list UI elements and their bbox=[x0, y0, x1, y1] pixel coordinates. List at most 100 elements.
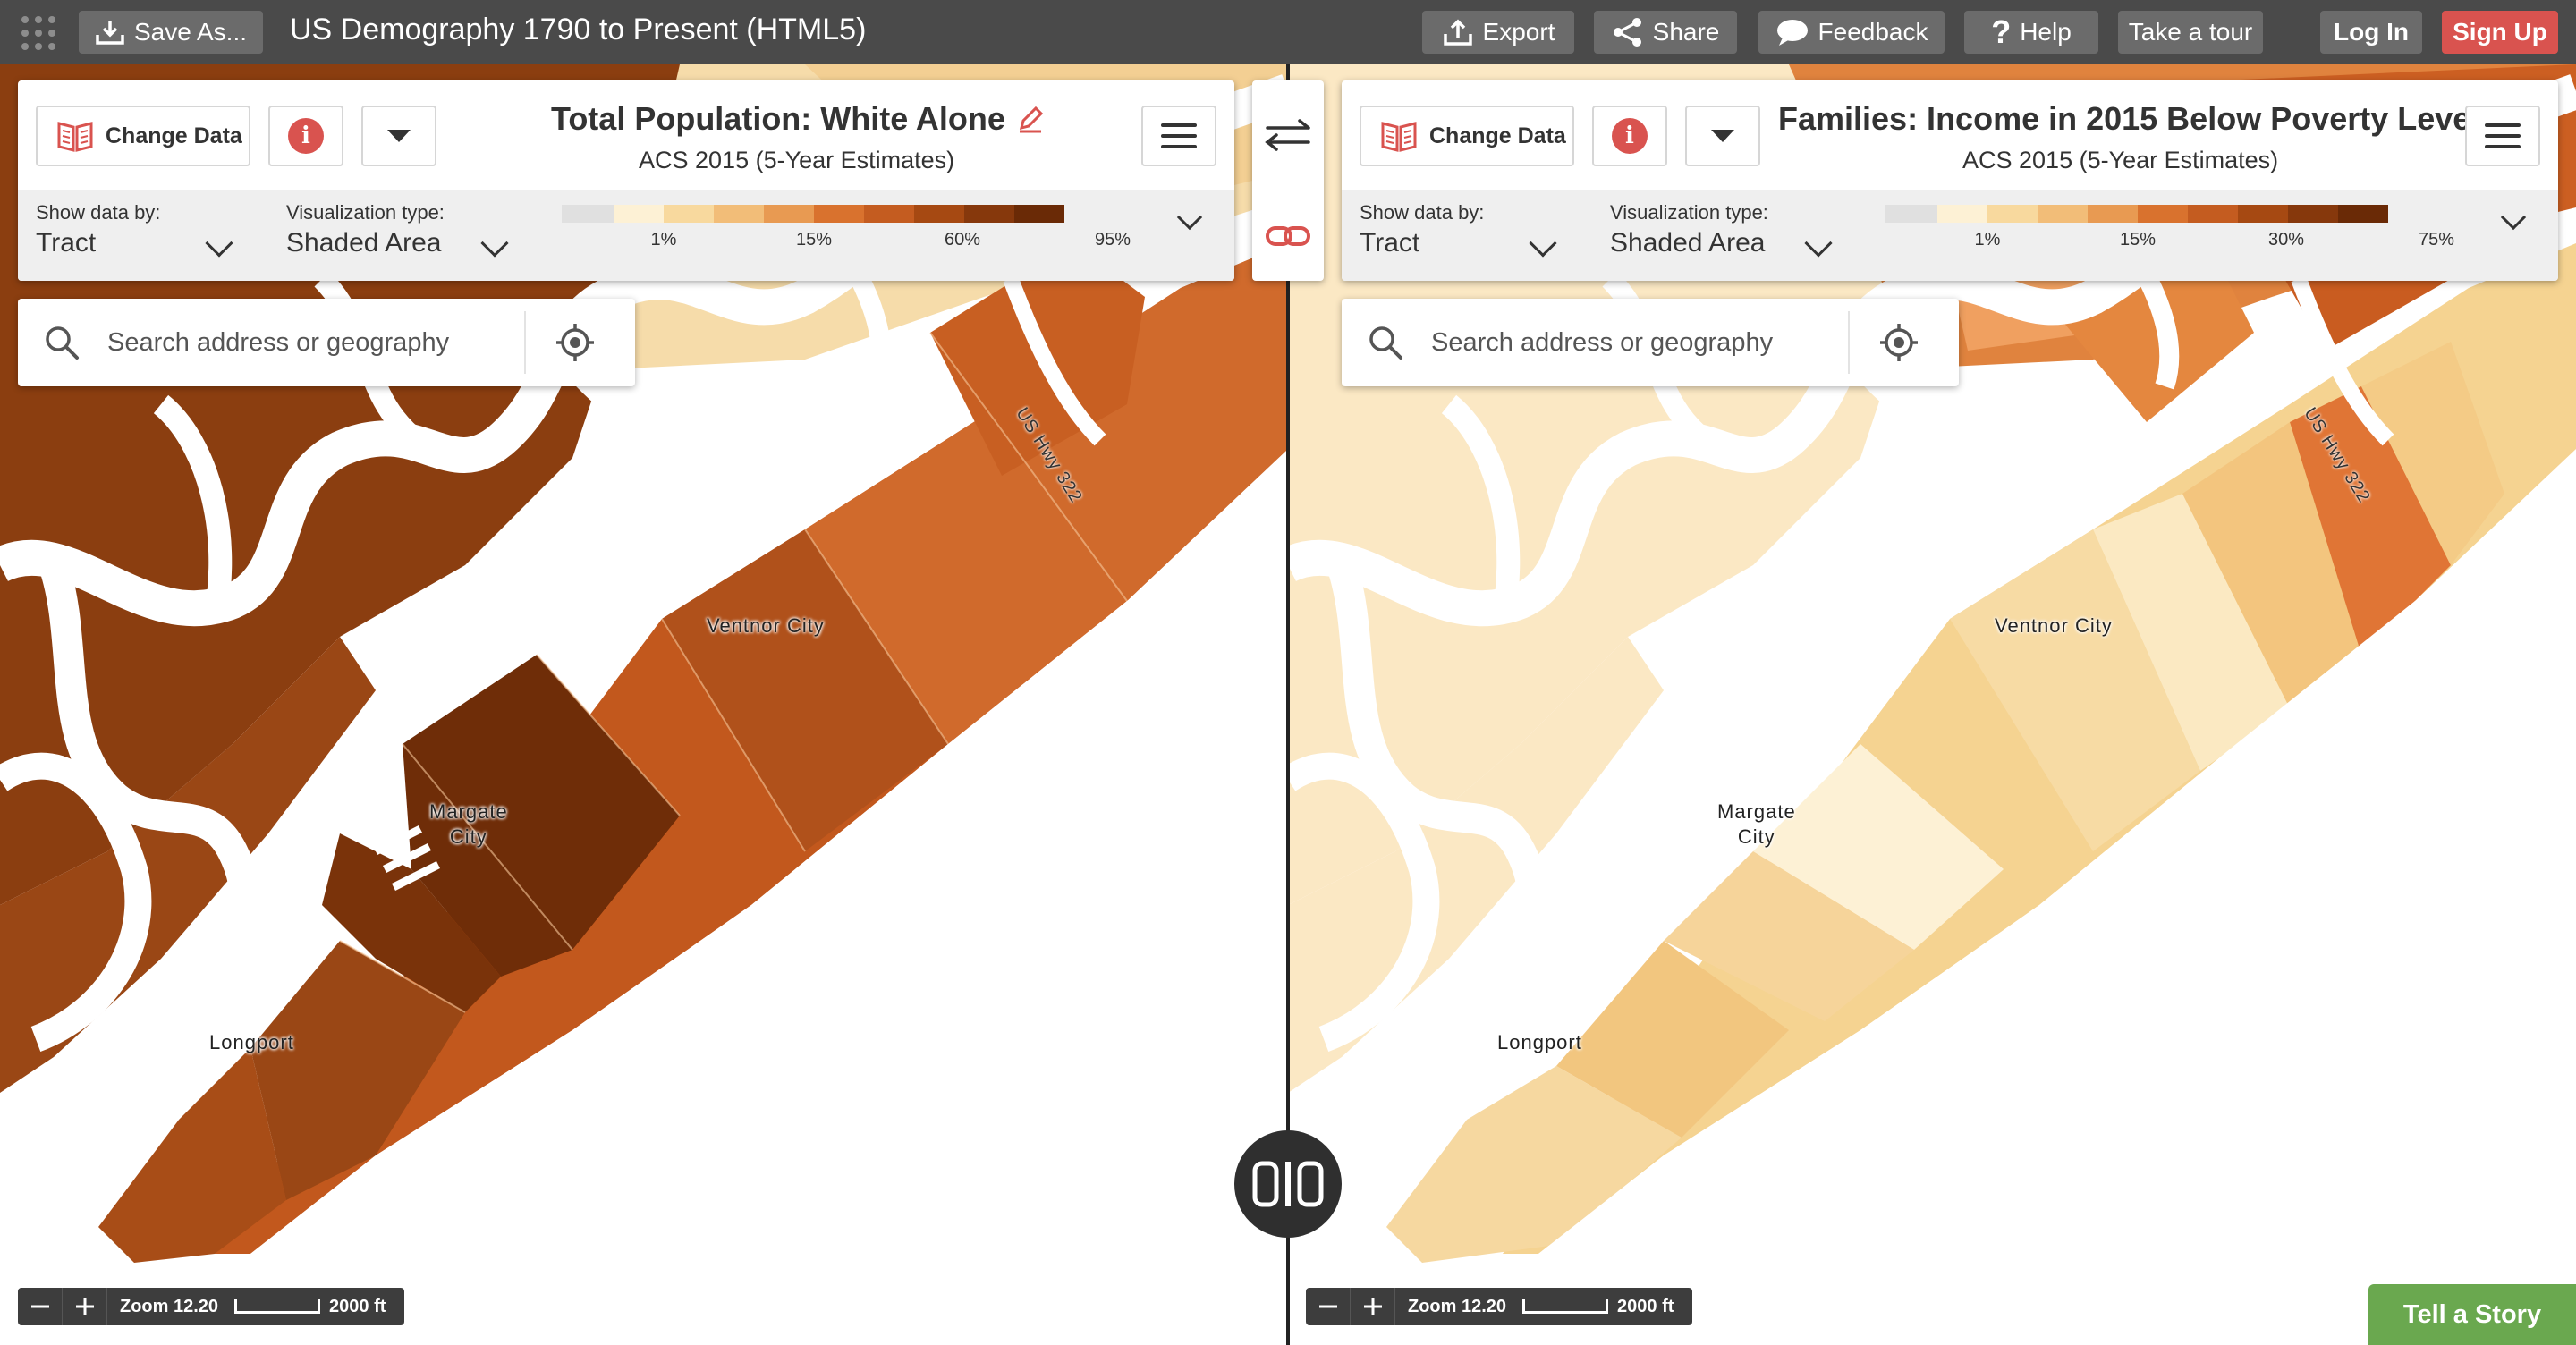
survey-label: ACS 2015 (5-Year Estimates) bbox=[1962, 147, 2279, 173]
change-data-label: Change Data bbox=[106, 123, 242, 148]
zoom-in-button[interactable] bbox=[63, 1288, 107, 1325]
save-as-button[interactable]: Save As... bbox=[79, 11, 263, 54]
scale-distance: 2000 ft bbox=[329, 1296, 386, 1316]
chevron-down-icon[interactable] bbox=[1804, 229, 1833, 258]
zoom-level: Zoom 12.20 bbox=[1408, 1296, 1507, 1316]
legend-expand-chevron-icon[interactable] bbox=[2500, 204, 2527, 231]
log-in-label: Log In bbox=[2334, 18, 2409, 46]
split-columns-icon bbox=[1252, 1161, 1324, 1207]
legend-swatch bbox=[1937, 205, 1987, 223]
info-button[interactable]: i bbox=[268, 106, 343, 166]
visualization-type-label: Visualization type: bbox=[286, 201, 445, 224]
locate-me-icon[interactable] bbox=[1878, 322, 1919, 363]
search-icon bbox=[1369, 326, 1402, 360]
sign-up-button[interactable]: Sign Up bbox=[2442, 11, 2558, 54]
export-label: Export bbox=[1482, 18, 1555, 46]
scale-bar bbox=[234, 1299, 321, 1314]
zoom-out-button[interactable] bbox=[1306, 1288, 1351, 1325]
legend-swatch bbox=[1987, 205, 2038, 223]
chevron-down-icon[interactable] bbox=[1529, 229, 1557, 258]
scale-distance: 2000 ft bbox=[1617, 1296, 1674, 1316]
legend-label: 1% bbox=[650, 230, 677, 250]
show-data-by-select[interactable]: Tract bbox=[36, 228, 96, 258]
legend-bar[interactable] bbox=[1885, 205, 2388, 223]
hamburger-menu-button[interactable] bbox=[2465, 106, 2540, 166]
change-data-button[interactable]: Change Data bbox=[36, 106, 250, 166]
save-as-label: Save As... bbox=[133, 18, 248, 46]
search-input[interactable] bbox=[1431, 320, 1834, 365]
scale-bar bbox=[1522, 1299, 1609, 1314]
left-search-box bbox=[18, 299, 635, 386]
legend-expand-chevron-icon[interactable] bbox=[1176, 204, 1203, 231]
top-toolbar: Save As... US Demography 1790 to Present… bbox=[0, 0, 2576, 64]
hamburger-menu-button[interactable] bbox=[1141, 106, 1216, 166]
legend-bar[interactable] bbox=[562, 205, 1064, 223]
show-data-by-label: Show data by: bbox=[36, 201, 161, 224]
split-view-handle[interactable] bbox=[1234, 1130, 1342, 1238]
legend-label: 95% bbox=[1094, 230, 1131, 250]
apps-grid-icon[interactable] bbox=[20, 14, 57, 52]
legend-swatch bbox=[1014, 205, 1064, 223]
right-panel-controls: Show data by: Tract Visualization type: … bbox=[1342, 190, 2558, 281]
variable-title[interactable]: Families: Income in 2015 Below Poverty L… bbox=[1778, 100, 2519, 138]
legend-swatch bbox=[664, 205, 714, 223]
share-button[interactable]: Share bbox=[1594, 11, 1737, 54]
download-icon bbox=[96, 21, 124, 45]
legend-swatch bbox=[764, 205, 814, 223]
search-input[interactable] bbox=[107, 320, 510, 365]
menu-line bbox=[2485, 123, 2521, 127]
swap-arrows-icon bbox=[1265, 119, 1310, 151]
change-data-label: Change Data bbox=[1429, 123, 1566, 148]
show-data-by-select[interactable]: Tract bbox=[1360, 228, 1419, 258]
legend-swatch bbox=[864, 205, 914, 223]
place-label-longport: Longport bbox=[209, 1031, 294, 1053]
legend-swatch-nodata bbox=[562, 205, 614, 223]
change-data-button[interactable]: Change Data bbox=[1360, 106, 1574, 166]
tell-a-story-button[interactable]: Tell a Story bbox=[2368, 1284, 2576, 1345]
visualization-type-select[interactable]: Shaded Area bbox=[286, 228, 441, 258]
legend-label: 30% bbox=[2267, 230, 2305, 250]
locate-me-icon[interactable] bbox=[555, 322, 596, 363]
zoom-level: Zoom 12.20 bbox=[120, 1296, 219, 1316]
legend-label: 1% bbox=[1974, 230, 2001, 250]
help-button[interactable]: ? Help bbox=[1964, 11, 2098, 54]
info-icon: i bbox=[1612, 118, 1648, 154]
export-button[interactable]: Export bbox=[1422, 11, 1574, 54]
variable-title[interactable]: Total Population: White Alone bbox=[551, 100, 1045, 138]
legend-label: 15% bbox=[2119, 230, 2157, 250]
swap-maps-button[interactable] bbox=[1252, 80, 1324, 190]
feedback-button[interactable]: Feedback bbox=[1758, 11, 1945, 54]
legend-swatch bbox=[2188, 205, 2238, 223]
legend-swatch bbox=[2338, 205, 2388, 223]
visualization-type-label: Visualization type: bbox=[1610, 201, 1768, 224]
left-panel-header: Change Data i Total Population: White Al… bbox=[18, 80, 1234, 190]
share-label: Share bbox=[1652, 18, 1720, 46]
legend-swatch bbox=[2288, 205, 2338, 223]
share-icon bbox=[1613, 18, 1641, 47]
left-panel-controls: Show data by: Tract Visualization type: … bbox=[18, 190, 1234, 281]
link-maps-button[interactable] bbox=[1252, 190, 1324, 281]
visualization-type-select[interactable]: Shaded Area bbox=[1610, 228, 1765, 258]
link-chain-icon bbox=[1266, 225, 1310, 246]
chevron-down-icon[interactable] bbox=[480, 229, 509, 258]
chevron-down-icon[interactable] bbox=[205, 229, 233, 258]
take-a-tour-button[interactable]: Take a tour bbox=[2118, 11, 2263, 54]
info-button[interactable]: i bbox=[1592, 106, 1667, 166]
legend-swatch bbox=[2138, 205, 2188, 223]
legend-swatch bbox=[964, 205, 1014, 223]
place-label-longport: Longport bbox=[1497, 1031, 1582, 1053]
menu-line bbox=[2485, 134, 2521, 138]
variable-title-text: Families: Income in 2015 Below Poverty L… bbox=[1778, 100, 2480, 137]
options-dropdown-button[interactable] bbox=[1685, 106, 1760, 166]
pencil-icon[interactable] bbox=[1016, 105, 1045, 133]
zoom-out-button[interactable] bbox=[18, 1288, 63, 1325]
right-zoom-bar: Zoom 12.20 2000 ft bbox=[1306, 1288, 1692, 1325]
zoom-in-button[interactable] bbox=[1351, 1288, 1395, 1325]
legend-label: 60% bbox=[944, 230, 981, 250]
legend-swatch bbox=[814, 205, 864, 223]
log-in-button[interactable]: Log In bbox=[2320, 11, 2422, 54]
options-dropdown-button[interactable] bbox=[361, 106, 436, 166]
legend-swatch bbox=[914, 205, 964, 223]
plus-icon bbox=[1363, 1298, 1382, 1315]
search-separator bbox=[1848, 311, 1850, 374]
